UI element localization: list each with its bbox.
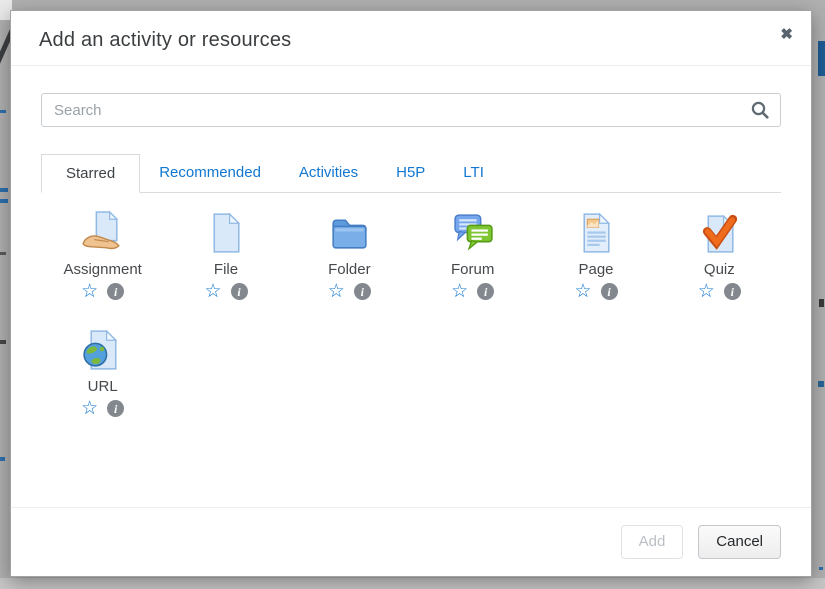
activity-item-url[interactable]: URL ☆ i xyxy=(41,327,164,417)
folder-icon[interactable] xyxy=(326,210,372,256)
add-activity-modal: Add an activity or resources ✖ Starred R… xyxy=(10,10,812,577)
star-icon[interactable]: ☆ xyxy=(328,284,345,300)
modal-footer: Add Cancel xyxy=(11,507,811,576)
forum-icon[interactable] xyxy=(450,210,496,256)
info-glyph: i xyxy=(484,286,487,298)
activity-item-label[interactable]: Page xyxy=(578,261,613,278)
info-icon[interactable]: i xyxy=(107,400,124,417)
tab-starred[interactable]: Starred xyxy=(41,154,140,193)
activity-grid: Assignment ☆ i File ☆ i xyxy=(41,210,781,417)
info-icon[interactable]: i xyxy=(354,283,371,300)
info-icon[interactable]: i xyxy=(231,283,248,300)
background-fragment xyxy=(818,41,825,76)
search-bar xyxy=(41,93,781,127)
item-controls: ☆ i xyxy=(698,283,741,300)
activity-item-label[interactable]: Assignment xyxy=(63,261,141,278)
background-fragment xyxy=(819,567,823,570)
info-icon[interactable]: i xyxy=(724,283,741,300)
background-fragment xyxy=(0,340,6,344)
cancel-button[interactable]: Cancel xyxy=(698,525,781,559)
activity-item-label[interactable]: Folder xyxy=(328,261,371,278)
search-input[interactable] xyxy=(41,93,781,127)
background-fragment xyxy=(0,188,8,192)
star-icon[interactable]: ☆ xyxy=(574,284,591,300)
quiz-icon[interactable] xyxy=(696,210,742,256)
add-button[interactable]: Add xyxy=(621,525,684,559)
tab-bar: Starred Recommended Activities H5P LTI xyxy=(41,154,781,193)
close-icon[interactable]: ✖ xyxy=(777,24,796,45)
activity-item-quiz[interactable]: Quiz ☆ i xyxy=(658,210,781,300)
info-glyph: i xyxy=(607,286,610,298)
info-icon[interactable]: i xyxy=(107,283,124,300)
activity-item-page[interactable]: Page ☆ i xyxy=(534,210,657,300)
tab-activities[interactable]: Activities xyxy=(280,154,377,192)
star-icon[interactable]: ☆ xyxy=(81,284,98,300)
item-controls: ☆ i xyxy=(451,283,494,300)
background-fragment xyxy=(0,252,6,255)
info-icon[interactable]: i xyxy=(477,283,494,300)
modal-header: Add an activity or resources ✖ xyxy=(11,11,811,66)
activity-item-label[interactable]: Forum xyxy=(451,261,494,278)
background-fragment xyxy=(0,457,5,461)
info-glyph: i xyxy=(237,286,240,298)
file-icon[interactable] xyxy=(203,210,249,256)
activity-item-folder[interactable]: Folder ☆ i xyxy=(288,210,411,300)
info-icon[interactable]: i xyxy=(601,283,618,300)
star-icon[interactable]: ☆ xyxy=(451,284,468,300)
assignment-icon[interactable] xyxy=(80,210,126,256)
search-icon[interactable] xyxy=(750,100,770,120)
item-controls: ☆ i xyxy=(81,400,124,417)
activity-item-label[interactable]: Quiz xyxy=(704,261,735,278)
item-controls: ☆ i xyxy=(574,283,617,300)
background-fragment xyxy=(819,299,824,307)
info-glyph: i xyxy=(114,286,117,298)
star-icon[interactable]: ☆ xyxy=(698,284,715,300)
activity-item-label[interactable]: URL xyxy=(88,378,118,395)
modal-body: Starred Recommended Activities H5P LTI A… xyxy=(11,66,811,507)
background-fragment xyxy=(0,578,825,589)
modal-title: Add an activity or resources xyxy=(39,29,291,51)
tab-lti[interactable]: LTI xyxy=(444,154,503,192)
star-icon[interactable]: ☆ xyxy=(81,401,98,417)
tab-h5p[interactable]: H5P xyxy=(377,154,444,192)
tab-recommended[interactable]: Recommended xyxy=(140,154,280,192)
page-icon[interactable] xyxy=(573,210,619,256)
activity-item-forum[interactable]: Forum ☆ i xyxy=(411,210,534,300)
info-glyph: i xyxy=(361,286,364,298)
url-icon[interactable] xyxy=(80,327,126,373)
background-fragment xyxy=(818,381,824,387)
item-controls: ☆ i xyxy=(328,283,371,300)
item-controls: ☆ i xyxy=(81,283,124,300)
background-fragment xyxy=(0,199,8,203)
info-glyph: i xyxy=(731,286,734,298)
activity-item-assignment[interactable]: Assignment ☆ i xyxy=(41,210,164,300)
background-fragment xyxy=(0,110,6,113)
item-controls: ☆ i xyxy=(204,283,247,300)
activity-item-file[interactable]: File ☆ i xyxy=(164,210,287,300)
activity-item-label[interactable]: File xyxy=(214,261,238,278)
star-icon[interactable]: ☆ xyxy=(204,284,221,300)
info-glyph: i xyxy=(114,403,117,415)
